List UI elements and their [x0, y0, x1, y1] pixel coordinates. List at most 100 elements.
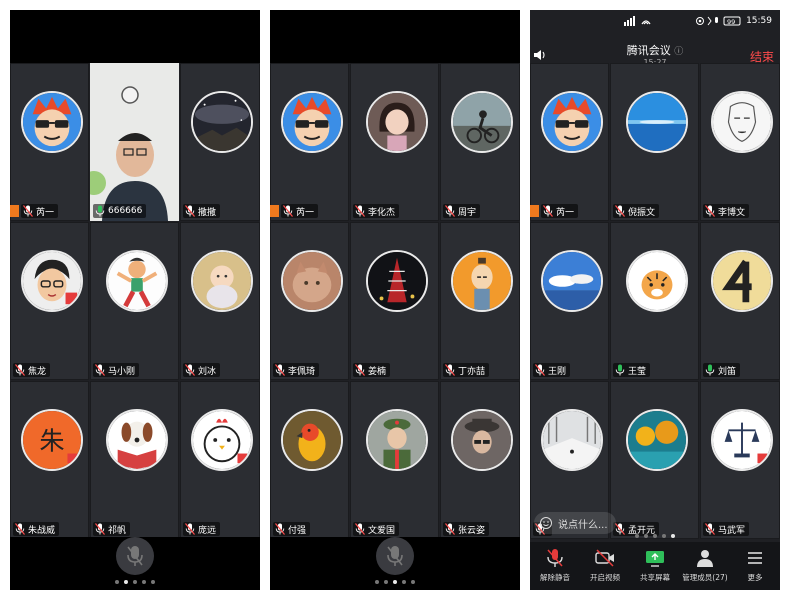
screen-share-badge-icon [10, 205, 19, 217]
page-dot[interactable] [635, 534, 639, 538]
page-indicator [530, 534, 780, 538]
participant-tile[interactable]: 焦龙 [10, 222, 89, 380]
chat-input[interactable]: 说点什么... [534, 512, 616, 534]
meeting-toolbar: 解除静音 开启视频 共享屏幕 管理成员(27) 更多 [530, 542, 780, 590]
phone-screen-3: 99 15:59 腾讯会议 ⓘ 15:27 结束 芮一 倪振文 李博文王刚 王莹 刘笛孟… [530, 10, 780, 590]
participant-name-tag: 李佩琦 [273, 363, 320, 377]
page-dot[interactable] [393, 580, 397, 584]
mic-muted-icon [127, 546, 143, 566]
participant-name: 666666 [108, 206, 143, 216]
participant-name-tag: 祁帆 [93, 522, 131, 536]
participant-tile[interactable]: 666666 [90, 63, 179, 221]
participant-tile[interactable]: 刘笛 [700, 222, 780, 380]
page-dot[interactable] [133, 580, 137, 584]
page-dot[interactable] [124, 580, 128, 584]
participant-tile[interactable]: 王刚 [530, 222, 609, 380]
avatar [540, 409, 603, 471]
participant-tile[interactable]: 丁亦喆 [440, 222, 520, 380]
participant-name-tag: 李博文 [703, 204, 750, 218]
participant-name-tag: 周宇 [443, 204, 481, 218]
page-dot[interactable] [411, 580, 415, 584]
participant-name: 王莹 [628, 366, 647, 377]
avatar [711, 250, 773, 312]
participant-name: 芮一 [296, 207, 315, 218]
avatar [625, 409, 688, 471]
participant-tile[interactable]: 马武军 [700, 381, 780, 539]
participant-name: 李佩琦 [288, 366, 316, 377]
participant-tile[interactable]: 朱朱战威 [10, 381, 89, 539]
meeting-title[interactable]: 腾讯会议 ⓘ [530, 42, 780, 58]
emoji-icon[interactable] [540, 517, 552, 529]
participant-name: 李博文 [718, 207, 746, 218]
avatar [191, 91, 253, 153]
participant-name: 芮一 [36, 207, 55, 218]
participant-tile[interactable]: 李化杰 [350, 63, 439, 221]
mic-on-icon [705, 364, 715, 376]
camera-off-button[interactable]: 开启视频 [580, 542, 630, 590]
participant-name: 朱战威 [28, 525, 56, 536]
participant-tile[interactable]: 王莹 [610, 222, 699, 380]
avatar [280, 91, 343, 153]
avatar [365, 91, 428, 153]
mic-muted-icon [445, 364, 455, 376]
page-dot[interactable] [653, 534, 657, 538]
page-dot[interactable] [384, 580, 388, 584]
participant-tile[interactable]: 李博文 [700, 63, 780, 221]
more-button[interactable]: 更多 [730, 542, 780, 590]
mic-muted-button[interactable]: 解除静音 [530, 542, 580, 590]
participant-tile[interactable]: 张云姿 [440, 381, 520, 539]
status-bar: 99 15:59 [530, 10, 780, 34]
page-dot[interactable] [151, 580, 155, 584]
participant-tile[interactable]: 芮一 [530, 63, 609, 221]
mic-muted-icon [355, 205, 365, 217]
participant-tile[interactable]: 孟开元 [610, 381, 699, 539]
page-dot[interactable] [662, 534, 666, 538]
participant-tile[interactable]: 刘冰 [180, 222, 260, 380]
participant-tile[interactable]: 周宇 [440, 63, 520, 221]
camera-off-icon [595, 549, 614, 567]
participant-tile[interactable]: 芮一 [10, 63, 89, 221]
participant-tile[interactable]: 庞远 [180, 381, 260, 539]
participant-tile[interactable]: 付强 [270, 381, 349, 539]
page-dot[interactable] [644, 534, 648, 538]
mute-toggle-button[interactable] [376, 537, 414, 575]
page-dot[interactable] [142, 580, 146, 584]
mute-toggle-button[interactable] [116, 537, 154, 575]
participant-tile[interactable]: 马小刚 [90, 222, 179, 380]
participant-name-tag: 撒撒 [183, 204, 221, 218]
top-black-bar [270, 10, 520, 63]
share-screen-button[interactable]: 共享屏幕 [630, 542, 680, 590]
page-dot[interactable] [402, 580, 406, 584]
mic-muted-icon [445, 523, 455, 535]
page-dot[interactable] [671, 534, 675, 538]
avatar [280, 409, 343, 471]
participant-tile[interactable]: 祁帆 [90, 381, 179, 539]
participant-tile[interactable]: 文爱国 [350, 381, 439, 539]
screen-share-badge-icon [530, 205, 539, 217]
page-dot[interactable] [375, 580, 379, 584]
participant-name: 张云姿 [458, 525, 486, 536]
members-button[interactable]: 管理成员(27) [680, 542, 730, 590]
participant-name: 付强 [288, 525, 307, 536]
participant-tile[interactable]: 李佩琦 [270, 222, 349, 380]
mic-muted-icon [15, 523, 25, 535]
participant-name: 李化杰 [368, 207, 396, 218]
participant-name-tag: 王莹 [613, 363, 651, 377]
participant-name: 文爱国 [368, 525, 396, 536]
avatar [365, 250, 428, 312]
battery-icon: 99 [696, 16, 744, 29]
mic-muted-icon [95, 523, 105, 535]
participant-tile[interactable]: 撒撒 [180, 63, 260, 221]
participant-tile[interactable]: 姜楠 [350, 222, 439, 380]
participant-name: 倪振文 [628, 207, 656, 218]
participant-tile[interactable]: 芮一 [270, 63, 349, 221]
participant-name: 撒撒 [198, 207, 217, 218]
bottom-bar [10, 537, 260, 590]
mic-muted-icon [185, 523, 195, 535]
share-screen-icon [646, 551, 664, 567]
page-dot[interactable] [115, 580, 119, 584]
avatar [191, 409, 253, 471]
info-icon[interactable]: ⓘ [674, 47, 683, 57]
mic-muted-icon [535, 364, 545, 376]
participant-tile[interactable]: 倪振文 [610, 63, 699, 221]
